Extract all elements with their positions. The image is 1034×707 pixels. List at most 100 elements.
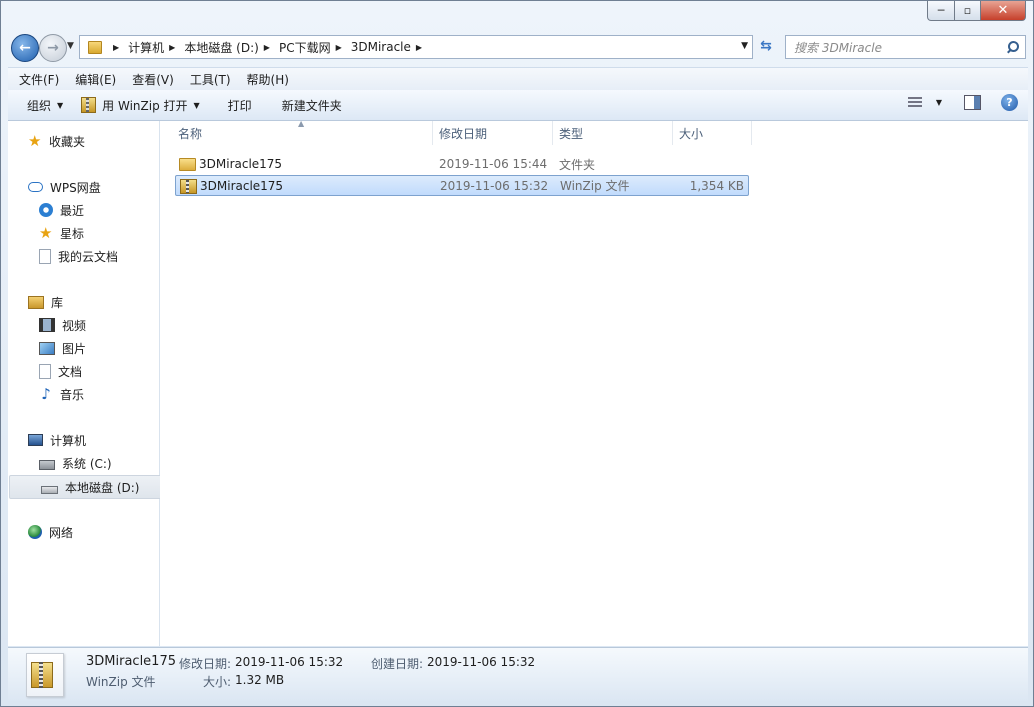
breadcrumb-drive-d[interactable]: 本地磁盘 (D:) bbox=[184, 39, 258, 56]
chevron-right-icon[interactable]: ▶ bbox=[416, 43, 422, 52]
breadcrumb-label: 计算机 bbox=[128, 40, 165, 55]
back-button[interactable]: ← bbox=[11, 34, 39, 62]
details-created-label: 创建日期: bbox=[371, 657, 424, 671]
sidebar-item-label: 库 bbox=[51, 295, 64, 310]
open-with-winzip-button[interactable]: 用 WinZip 打开 ▼ bbox=[81, 93, 200, 117]
column-header-date[interactable]: 修改日期 bbox=[433, 121, 553, 145]
menu-tools[interactable]: 工具(T) bbox=[182, 71, 239, 88]
chevron-right-icon[interactable]: ▶ bbox=[264, 43, 270, 52]
details-pane: 3DMiracle175 WinZip 文件 修改日期: 2019-11-06 … bbox=[8, 647, 1028, 701]
window-controls: ─ ▫ ✕ bbox=[927, 1, 1026, 21]
menu-edit[interactable]: 编辑(E) bbox=[67, 71, 124, 88]
chevron-down-icon: ▼ bbox=[193, 100, 200, 110]
recent-pages-dropdown[interactable]: ▼ bbox=[67, 41, 74, 51]
video-icon bbox=[39, 318, 55, 332]
column-header-label: 名称 bbox=[178, 126, 203, 141]
search-input[interactable]: 搜索 3DMiracle bbox=[786, 39, 1005, 56]
chevron-right-icon[interactable]: ▶ bbox=[113, 43, 119, 52]
column-header-label: 大小 bbox=[679, 126, 704, 141]
sidebar-item-label: 我的云文档 bbox=[58, 249, 119, 264]
sidebar-item-label: 视频 bbox=[62, 318, 87, 333]
menu-bar: 文件(F) 编辑(E) 查看(V) 工具(T) 帮助(H) bbox=[8, 67, 1028, 90]
view-controls: ▼ ? bbox=[907, 94, 1018, 111]
chevron-down-icon[interactable]: ▼ bbox=[936, 98, 942, 107]
preview-pane-icon[interactable] bbox=[964, 95, 981, 110]
column-header-label: 类型 bbox=[559, 126, 584, 141]
picture-icon bbox=[39, 341, 55, 355]
sidebar-item-wps-cloud[interactable]: WPS网盘 bbox=[8, 176, 177, 198]
sidebar-item-favorites[interactable]: ★ 收藏夹 bbox=[8, 130, 177, 152]
details-file-name: 3DMiracle175 bbox=[86, 654, 176, 669]
sidebar-item-libraries[interactable]: 库 bbox=[8, 291, 177, 313]
address-bar[interactable]: ▶ 计算机 ▶ 本地磁盘 (D:) ▶ PC下载网 ▶ 3DMiracle ▶ … bbox=[79, 35, 753, 59]
help-icon[interactable]: ? bbox=[1001, 94, 1018, 111]
music-note-icon: ♪ bbox=[41, 385, 51, 403]
title-bar: ─ ▫ ✕ bbox=[1, 1, 1033, 31]
folder-icon bbox=[179, 158, 196, 171]
drive-icon bbox=[41, 486, 58, 494]
column-header-name[interactable]: 名称 ▲ bbox=[160, 119, 433, 145]
search-icon[interactable] bbox=[1005, 40, 1019, 54]
chevron-down-icon: ▼ bbox=[57, 100, 64, 110]
network-icon bbox=[28, 525, 42, 539]
sidebar-item-label: WPS网盘 bbox=[50, 180, 101, 195]
new-folder-button[interactable]: 新建文件夹 bbox=[282, 93, 342, 117]
organize-button[interactable]: 组织 ▼ bbox=[27, 93, 63, 117]
file-date: 2019-11-06 15:44 bbox=[439, 157, 548, 171]
arrow-left-icon: ← bbox=[19, 40, 31, 56]
file-name: 3DMiracle175 bbox=[199, 157, 283, 171]
sidebar-item-label: 文档 bbox=[58, 364, 83, 379]
breadcrumb-label: PC下载网 bbox=[278, 40, 331, 55]
explorer-window: ─ ▫ ✕ ← → ▼ ▶ 计算机 ▶ 本地磁盘 (D:) ▶ PC下载网 ▶ … bbox=[0, 0, 1034, 707]
chevron-down-icon[interactable]: ▼ bbox=[741, 41, 748, 51]
file-type: WinZip 文件 bbox=[560, 179, 630, 193]
file-row-selected[interactable]: 3DMiracle175 2019-11-06 15:32 WinZip 文件 … bbox=[175, 175, 749, 196]
details-modified-value: 2019-11-06 15:32 bbox=[235, 655, 344, 669]
close-button[interactable]: ✕ bbox=[981, 1, 1026, 21]
column-header-size[interactable]: 大小 bbox=[673, 121, 752, 145]
file-size: 1,354 KB bbox=[689, 178, 744, 193]
sidebar-item-label: 收藏夹 bbox=[49, 134, 86, 149]
breadcrumb-computer[interactable]: 计算机 bbox=[128, 39, 164, 56]
view-options-icon[interactable] bbox=[907, 96, 922, 109]
organize-label: 组织 bbox=[27, 98, 52, 113]
chevron-right-icon[interactable]: ▶ bbox=[169, 43, 175, 52]
new-folder-label: 新建文件夹 bbox=[281, 98, 342, 113]
navigation-pane: ★ 收藏夹 WPS网盘 最近 ★ 星标 我的云文档 库 视频 图片 文档 ♪ 音… bbox=[8, 121, 189, 646]
details-created-value: 2019-11-06 15:32 bbox=[427, 655, 536, 669]
details-size-label: 大小: bbox=[203, 675, 232, 689]
breadcrumb-3dmiracle[interactable]: 3DMiracle bbox=[351, 40, 411, 54]
column-header-type[interactable]: 类型 bbox=[553, 121, 673, 145]
sidebar-item-label: 网络 bbox=[49, 525, 74, 540]
file-list: 名称 ▲ 修改日期 类型 大小 3DMiracle175 2019-11-06 … bbox=[160, 119, 1028, 646]
maximize-button[interactable]: ▫ bbox=[955, 1, 981, 21]
system-drive-icon bbox=[39, 460, 55, 470]
refresh-button[interactable]: ⇆ bbox=[755, 36, 777, 56]
chevron-right-icon[interactable]: ▶ bbox=[336, 43, 342, 52]
clock-icon bbox=[39, 203, 53, 217]
sidebar-item-network[interactable]: 网络 bbox=[8, 521, 177, 543]
sidebar-item-label: 音乐 bbox=[60, 387, 85, 402]
breadcrumb-pc-download[interactable]: PC下载网 bbox=[279, 39, 331, 56]
sidebar-item-label: 星标 bbox=[60, 226, 85, 241]
minimize-button[interactable]: ─ bbox=[927, 1, 955, 21]
cloud-icon bbox=[28, 182, 43, 192]
sidebar-item-computer[interactable]: 计算机 bbox=[8, 429, 177, 451]
folder-icon bbox=[88, 40, 102, 54]
arrow-right-icon: → bbox=[47, 40, 59, 56]
star-icon: ★ bbox=[28, 132, 42, 150]
zip-file-icon bbox=[26, 653, 64, 697]
menu-view[interactable]: 查看(V) bbox=[124, 71, 182, 88]
column-header-label: 修改日期 bbox=[439, 126, 488, 141]
breadcrumb-label: 3DMiracle bbox=[350, 40, 411, 54]
navigation-bar: ← → ▼ ▶ 计算机 ▶ 本地磁盘 (D:) ▶ PC下载网 ▶ 3DMira… bbox=[1, 31, 1033, 63]
file-name: 3DMiracle175 bbox=[200, 178, 284, 193]
menu-file[interactable]: 文件(F) bbox=[8, 71, 67, 88]
print-button[interactable]: 打印 bbox=[228, 93, 252, 117]
file-row[interactable]: 3DMiracle175 2019-11-06 15:44 文件夹 bbox=[175, 154, 747, 174]
forward-button[interactable]: → bbox=[39, 34, 67, 62]
sidebar-item-label: 本地磁盘 (D:) bbox=[65, 480, 140, 495]
menu-help[interactable]: 帮助(H) bbox=[239, 71, 297, 88]
search-box[interactable]: 搜索 3DMiracle bbox=[785, 35, 1026, 59]
open-with-label: 用 WinZip 打开 bbox=[102, 98, 188, 113]
